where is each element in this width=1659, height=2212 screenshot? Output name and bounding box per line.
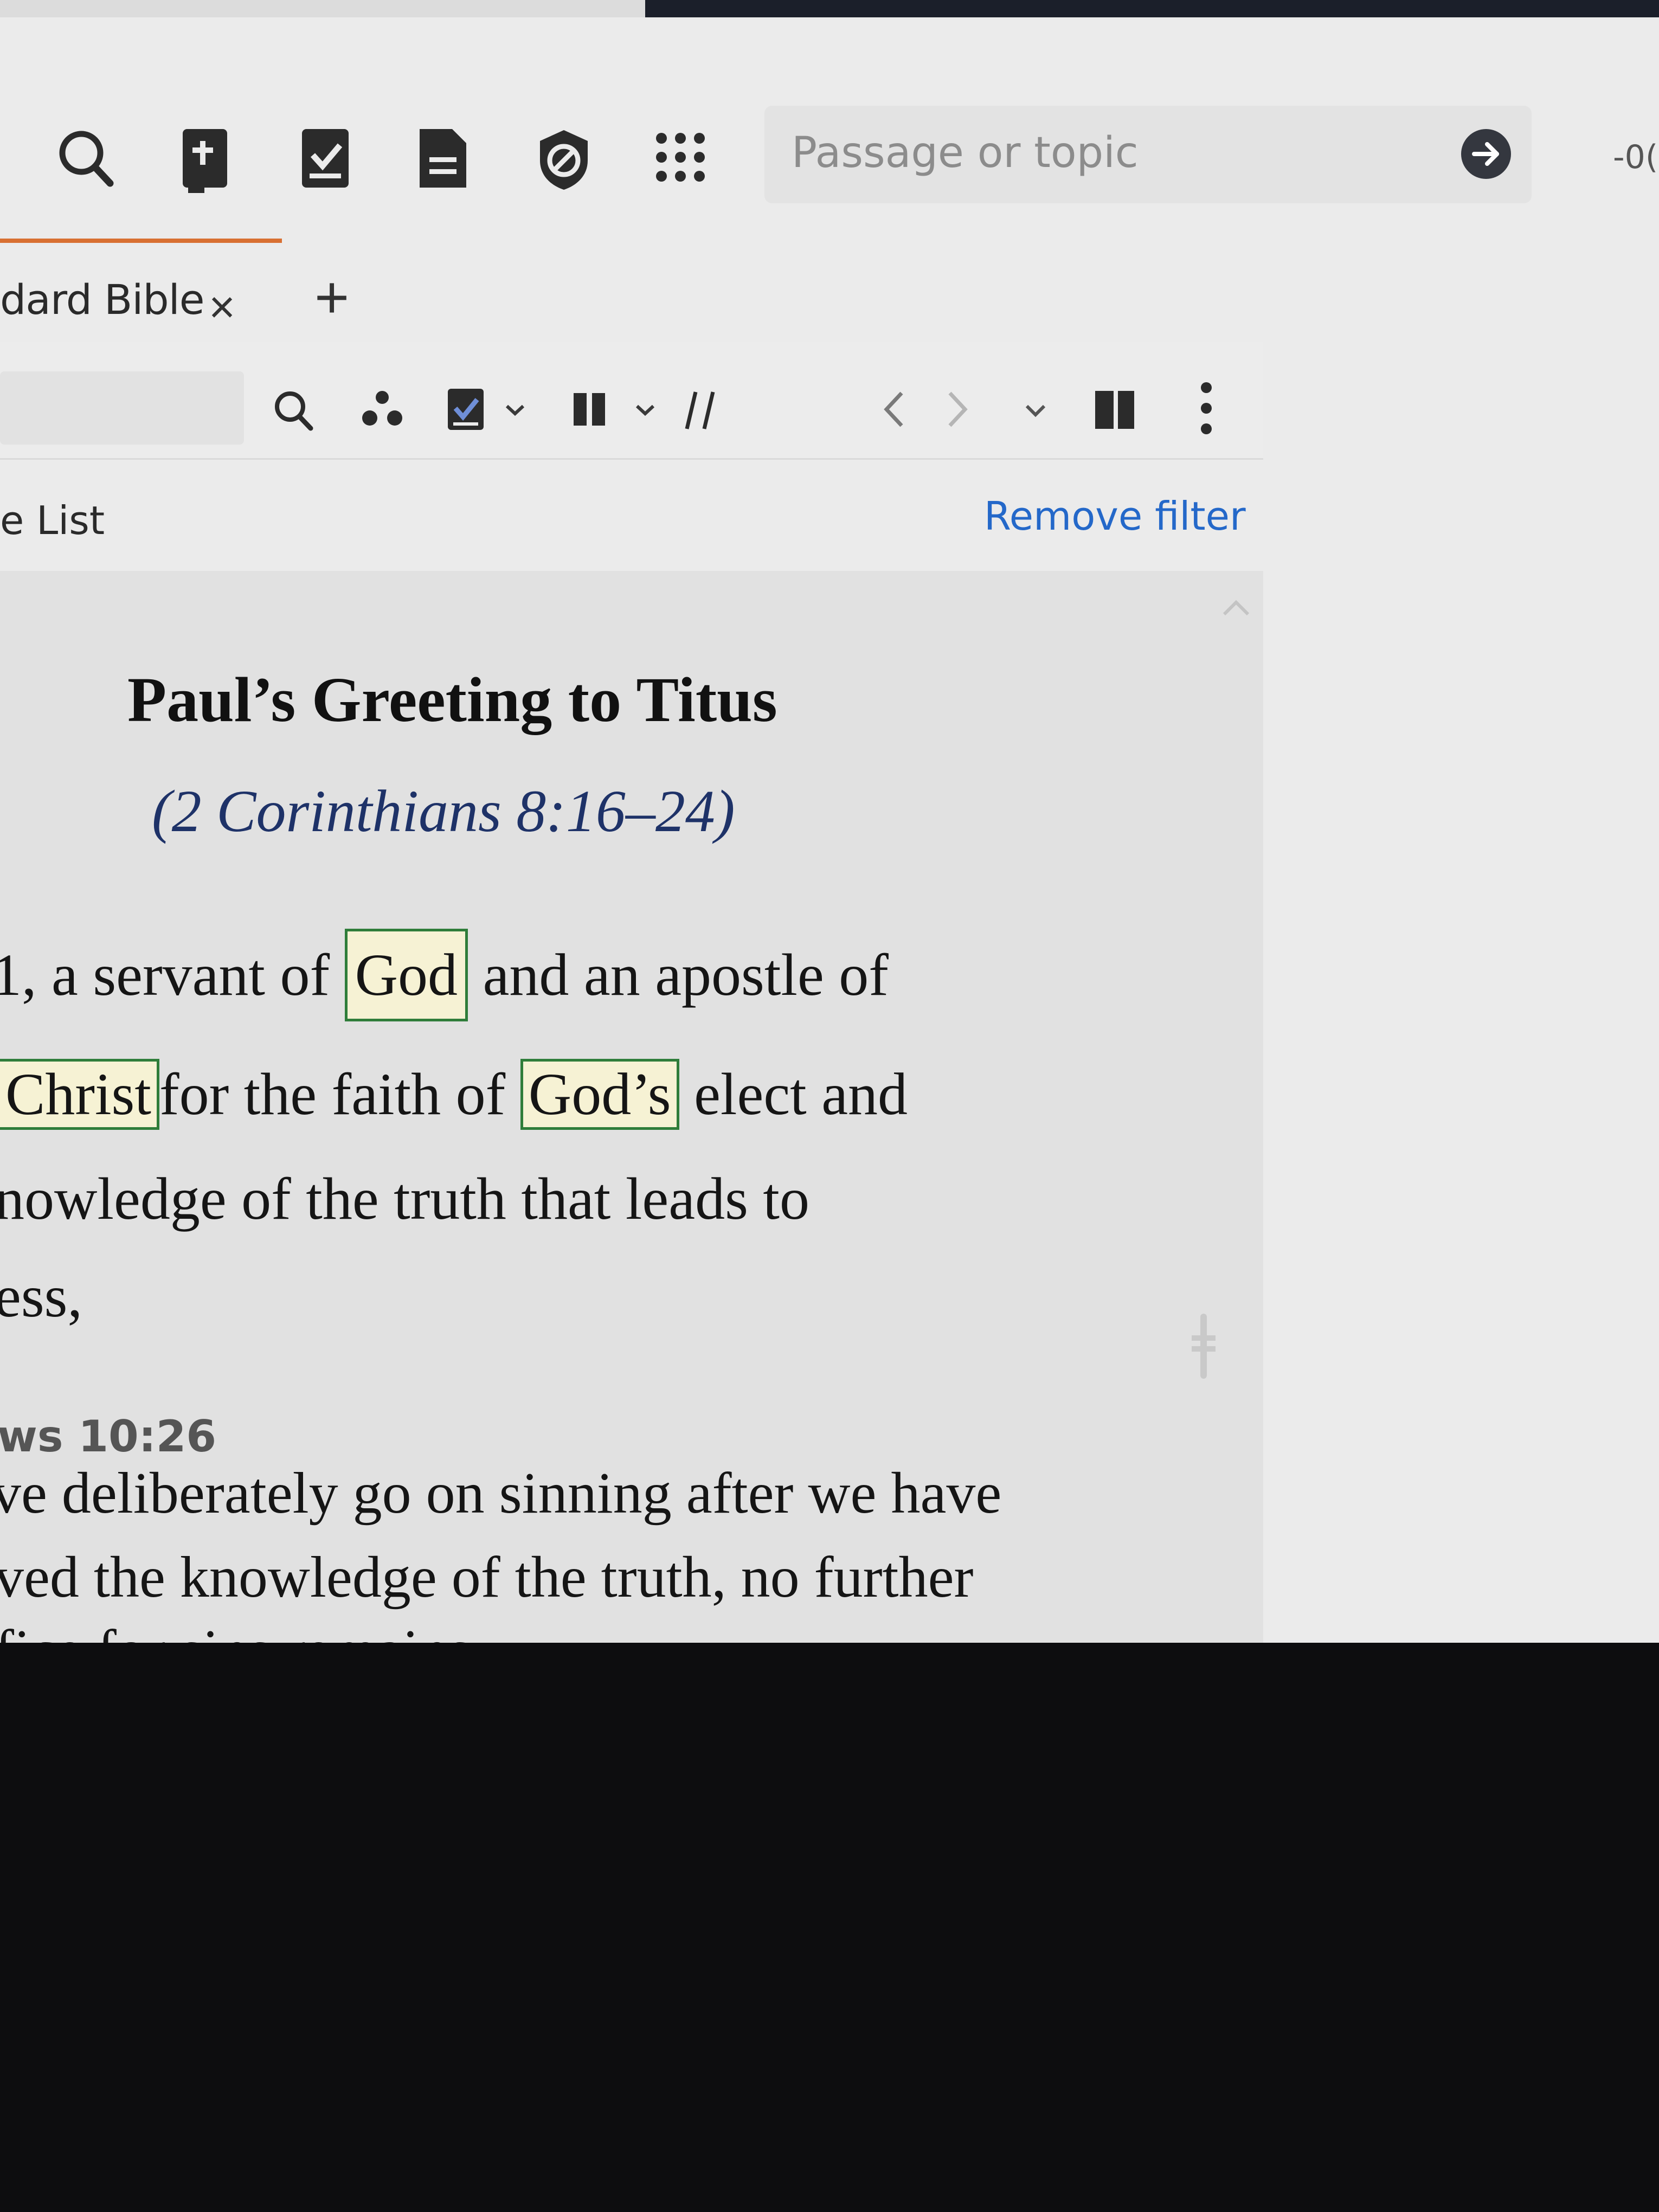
section-heading: Paul’s Greeting to Titus [127,664,777,735]
go-arrow-button[interactable] [1461,129,1511,179]
close-icon[interactable]: × [209,281,235,333]
filter-bar: e List Remove filter [0,460,1263,571]
app-screen: Passage or topic -0( dard Bible × + e Li… [0,0,1659,1643]
cross-reference-text: ved the knowledge of the truth, no furth… [0,1545,974,1610]
document-icon[interactable] [412,119,477,195]
cross-reference-text: ve deliberately go on sinning after we h… [0,1461,1002,1526]
apps-grid-icon[interactable] [648,119,713,195]
cross-reference-link[interactable]: (2 Corinthians 8:16–24) [152,777,735,846]
previous-icon[interactable] [876,377,914,442]
verse-text: 1, a servant of [0,942,345,1008]
panel-toolbar [0,342,1263,460]
scroll-up-icon[interactable] [1214,587,1258,631]
verse-line: nowledge of the truth that leads to [0,1166,809,1232]
monitor-bezel [645,0,1659,17]
split-panel-icon[interactable] [1090,377,1139,442]
chevron-down-icon[interactable] [501,377,529,442]
remove-filter-link[interactable]: Remove filter [984,493,1246,539]
verse-text: and an apostle of [468,942,889,1008]
parallel-columns-icon[interactable] [569,377,613,442]
highlighted-word[interactable]: Christ [0,1059,159,1130]
highlight-check-icon[interactable] [445,377,488,442]
shield-icon[interactable] [531,119,596,195]
search-icon[interactable] [52,119,117,195]
clipped-edge-text: -0( [1613,138,1658,176]
verse-line: 1, a servant of God and an apostle of [0,929,889,1021]
search-icon[interactable] [268,377,317,442]
passage-search-box[interactable]: Passage or topic [764,106,1532,203]
chevron-down-icon[interactable] [1019,377,1052,442]
add-tab-button[interactable]: + [314,263,349,332]
verse-line: Christ for the faith of God’s elect and [0,1059,908,1130]
interlinear-icon[interactable] [680,377,724,442]
more-options-icon[interactable] [1185,377,1228,442]
highlighted-word[interactable]: God’s [520,1059,679,1130]
verse-line: ess, [0,1263,82,1329]
highlighted-word[interactable]: God [344,929,468,1021]
verse-text: for the faith of [159,1061,520,1127]
passage-content: Paul’s Greeting to Titus (2 Corinthians … [0,571,1263,1643]
tab-bible[interactable]: dard Bible × [0,239,282,351]
tab-strip: dard Bible × + [0,239,1269,351]
next-icon[interactable] [938,377,976,442]
tab-title: dard Bible [0,275,204,324]
cross-reference-heading[interactable]: ws 10:26 [0,1411,216,1462]
visual-filter-icon[interactable] [358,377,407,442]
top-strip [0,0,645,17]
bible-icon[interactable] [176,119,241,195]
bible-panel: e List Remove filter Paul’s Greeting to … [0,342,1263,1643]
checklist-icon[interactable] [295,119,361,195]
scrollbar-thumb[interactable] [1187,1308,1220,1384]
chevron-down-icon[interactable] [632,377,659,442]
filter-label: e List [0,498,105,543]
verse-text: elect and [679,1061,908,1127]
reference-field[interactable] [0,371,244,445]
search-placeholder: Passage or topic [792,128,1139,177]
cross-reference-text: fice for sins remains [0,1617,471,1643]
